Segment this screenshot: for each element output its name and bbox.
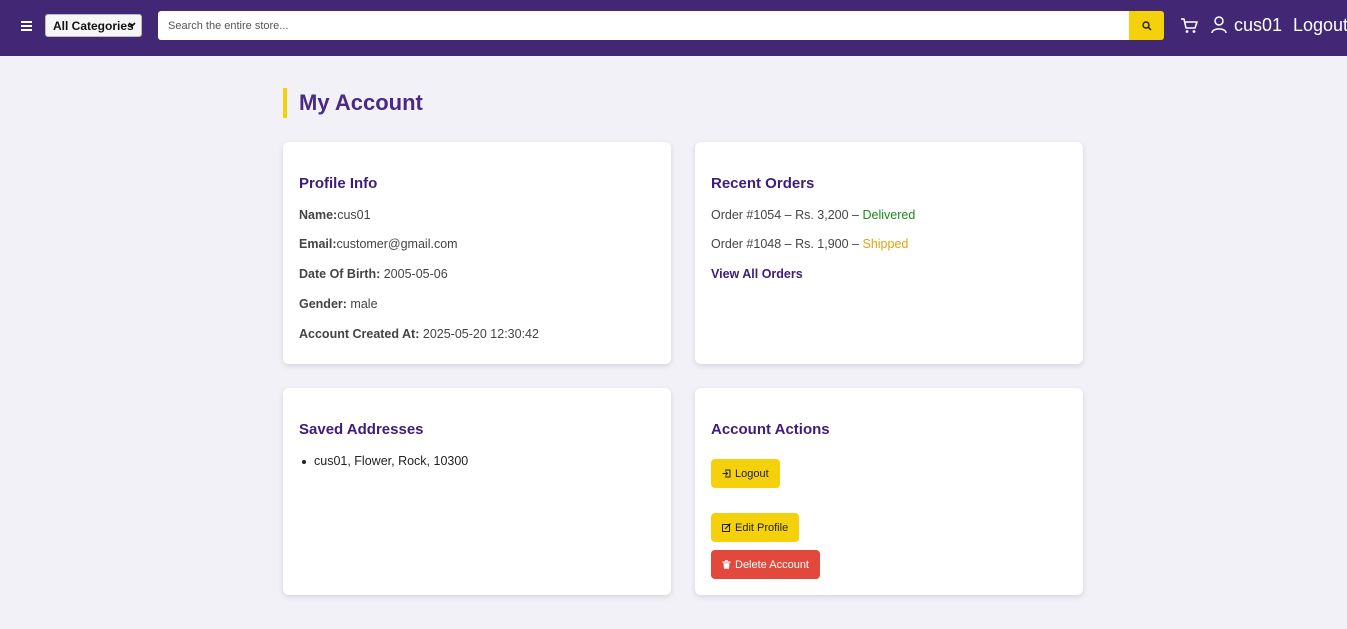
view-all-orders-link[interactable]: View All Orders (711, 267, 803, 281)
search-button[interactable] (1129, 11, 1164, 40)
header-logout-link[interactable]: Logout (1293, 15, 1347, 36)
edit-profile-button[interactable]: Edit Profile (711, 513, 800, 542)
dob-label: Date Of Birth: (299, 267, 381, 281)
user-icon[interactable] (1211, 16, 1227, 34)
category-select-value: All Categories (53, 18, 134, 33)
logout-button[interactable]: Logout (711, 459, 780, 488)
delete-account-button-label: Delete Account (735, 558, 809, 571)
profile-info-heading: Profile Info (299, 175, 378, 192)
account-actions-heading: Account Actions (711, 421, 830, 438)
saved-addresses-heading: Saved Addresses (299, 421, 424, 438)
profile-created-row: Account Created At: 2025-05-20 12:30:42 (299, 327, 539, 341)
username-link[interactable]: cus01 (1234, 15, 1282, 36)
page-title: My Account (299, 90, 423, 115)
dob-value: 2005-05-06 (383, 267, 448, 281)
email-value: customer@gmail.com (336, 237, 458, 251)
search-icon (1141, 20, 1152, 31)
order-text: Order #1048 – Rs. 1,900 – (711, 237, 863, 251)
created-value: 2025-05-20 12:30:42 (422, 327, 539, 341)
name-value: cus01 (337, 208, 371, 222)
menu-icon[interactable] (17, 16, 35, 36)
edit-profile-button-label: Edit Profile (735, 521, 789, 534)
address-item: cus01, Flower, Rock, 10300 (314, 454, 469, 468)
created-label: Account Created At: (299, 327, 420, 341)
delete-account-button[interactable]: Delete Account (711, 550, 820, 579)
top-navbar: All Categories cus01 Logout (0, 0, 1347, 56)
logout-button-label: Logout (735, 467, 769, 480)
gender-label: Gender: (299, 297, 347, 311)
category-select[interactable]: All Categories (45, 14, 142, 37)
profile-info-card: Profile Info Name:cus01 Email:customer@g… (283, 142, 671, 364)
recent-orders-heading: Recent Orders (711, 175, 815, 192)
cart-icon[interactable] (1180, 17, 1198, 34)
recent-orders-card: Recent Orders Order #1054 – Rs. 3,200 – … (695, 142, 1083, 364)
search-input[interactable] (158, 11, 1130, 40)
name-label: Name: (299, 208, 338, 222)
trash-icon (722, 560, 731, 569)
gender-value: male (350, 297, 378, 311)
saved-addresses-card: Saved Addresses cus01, Flower, Rock, 103… (283, 388, 671, 595)
sign-out-icon (722, 469, 731, 478)
edit-icon (722, 523, 731, 532)
profile-gender-row: Gender: male (299, 297, 378, 311)
search-field[interactable] (158, 11, 1130, 40)
list-bullet (302, 460, 306, 464)
order-text: Order #1054 – Rs. 3,200 – (711, 208, 863, 222)
account-actions-card: Account Actions Logout Edit Profile Dele… (695, 388, 1083, 595)
profile-email-row: Email:customer@gmail.com (299, 237, 458, 251)
order-row: Order #1054 – Rs. 3,200 – Delivered (711, 208, 915, 222)
order-status-delivered: Delivered (862, 208, 916, 222)
chevron-down-icon (128, 22, 136, 28)
order-row: Order #1048 – Rs. 1,900 – Shipped (711, 237, 908, 251)
title-accent-bar (283, 88, 287, 118)
order-status-shipped: Shipped (862, 237, 909, 251)
email-label: Email: (299, 237, 337, 251)
profile-dob-row: Date Of Birth: 2005-05-06 (299, 267, 448, 281)
profile-name-row: Name:cus01 (299, 208, 371, 222)
